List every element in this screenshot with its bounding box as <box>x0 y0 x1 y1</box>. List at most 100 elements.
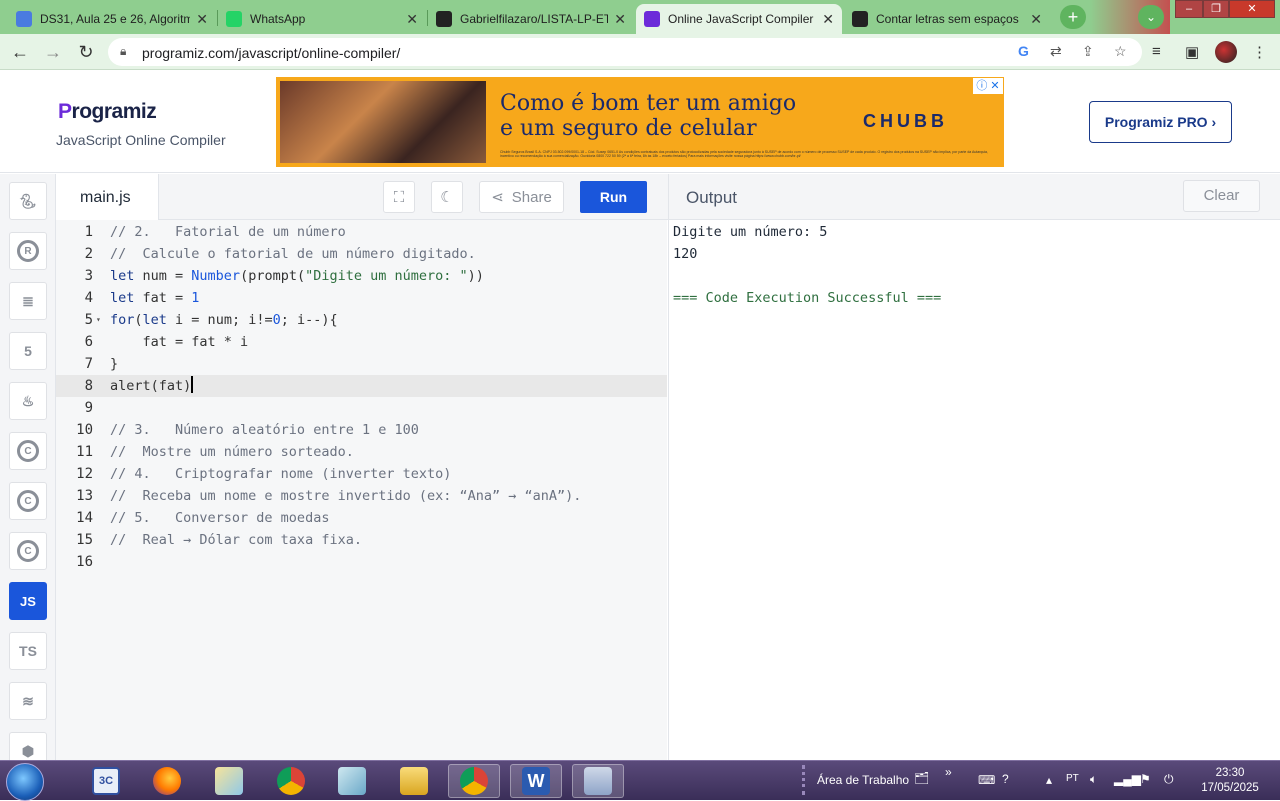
code-line[interactable]: 13 // Receba um nome e mostre invertido (… <box>56 485 667 507</box>
code-text: fat = fat * i <box>110 334 249 350</box>
taskbar-app-calc[interactable] <box>572 764 624 798</box>
close-window-button[interactable]: ✕ <box>1229 0 1275 18</box>
sidebar-item-cpp[interactable]: C <box>9 482 47 520</box>
help-icon[interactable]: ? <box>1002 772 1009 786</box>
file-tab-main-js[interactable]: main.js <box>56 174 159 221</box>
profile-avatar[interactable] <box>1215 41 1237 63</box>
taskbar-app-notepad[interactable] <box>326 764 378 798</box>
taskbar-app-chrome[interactable] <box>265 764 317 798</box>
browser-tab-4[interactable]: Online JavaScript Compiler ✕ <box>636 4 842 34</box>
clear-button[interactable]: Clear <box>1183 180 1260 212</box>
forward-icon[interactable]: → <box>41 40 65 64</box>
code-line[interactable]: 15 // Real → Dólar com taxa fixa. <box>56 529 667 551</box>
maximize-button[interactable]: ❐ <box>1203 0 1229 18</box>
network-icon[interactable]: ▂▄▆ <box>1114 772 1141 786</box>
code-line[interactable]: 12 // 4. Criptografar nome (inverter text… <box>56 463 667 485</box>
code-line[interactable]: 7} <box>56 353 667 375</box>
browser-tab-1[interactable]: DS31, Aula 25 e 26, Algoritm ✕ <box>8 4 216 34</box>
sidebar-item-python[interactable]: 🐍︎ <box>9 182 47 220</box>
browser-tab-2[interactable]: WhatsApp ✕ <box>218 4 426 34</box>
tab-close-icon[interactable]: ✕ <box>614 11 626 28</box>
minimize-button[interactable]: – <box>1175 0 1203 18</box>
menu-kebab-icon[interactable]: ⋮ <box>1252 43 1267 61</box>
reload-icon[interactable]: ↻ <box>74 40 98 64</box>
taskbar-app-images[interactable] <box>203 764 255 798</box>
new-tab-button[interactable]: + <box>1060 5 1086 29</box>
code-text: // 5. Conversor de moedas <box>110 510 330 526</box>
code-line[interactable]: 10 // 3. Número aleatório entre 1 e 100 <box>56 419 667 441</box>
language-indicator-icon[interactable]: PT <box>1066 773 1079 784</box>
ad-choices-icon[interactable]: ⓘ ✕ <box>973 78 1003 94</box>
browser-tab-5[interactable]: Contar letras sem espaços ✕ <box>844 4 1050 34</box>
tab-search-button[interactable]: ⌄ <box>1138 5 1164 29</box>
browser-tab-3[interactable]: Gabrielfilazaro/LISTA-LP-ET ✕ <box>428 4 634 34</box>
tab-close-icon[interactable]: ✕ <box>1030 11 1042 28</box>
power-icon[interactable]: ⏻ <box>1164 772 1174 787</box>
dark-mode-icon[interactable]: ☾ <box>431 181 463 213</box>
tab-close-icon[interactable]: ✕ <box>196 11 208 28</box>
code-text: } <box>110 356 119 372</box>
sidebar-item-html[interactable]: 5 <box>9 332 47 370</box>
programiz-logo[interactable]: Programiz <box>58 100 157 124</box>
sidebar-item-c[interactable]: C <box>9 432 47 470</box>
share-page-icon[interactable]: ⇪ <box>1082 43 1094 60</box>
code-line[interactable]: 16 <box>56 551 667 573</box>
show-hidden-icons[interactable]: ▴ <box>1046 773 1052 787</box>
fullscreen-icon[interactable]: ⛶ <box>383 181 415 213</box>
address-bar[interactable]: 🔒︎ programiz.com/javascript/online-compi… <box>108 38 1142 66</box>
sidebar-item-r[interactable]: R <box>9 232 47 270</box>
code-text: alert(fat) <box>110 376 194 394</box>
volume-icon[interactable]: 🔈︎ <box>1090 772 1097 787</box>
sidebar-item-csharp[interactable]: C <box>9 532 47 570</box>
fold-arrow-icon[interactable]: ▾ <box>96 309 101 331</box>
scala-icon: ≋ <box>22 692 34 709</box>
bookmark-star-icon[interactable]: ☆ <box>1114 43 1127 60</box>
sidebar-item-javascript[interactable]: JS <box>9 582 47 620</box>
tab-close-icon[interactable]: ✕ <box>406 11 418 28</box>
code-line[interactable]: 11 // Mostre um número sorteado. <box>56 441 667 463</box>
keyboard-icon[interactable]: ⌨ <box>978 773 995 787</box>
url-text[interactable]: programiz.com/javascript/online-compiler… <box>142 45 400 61</box>
taskbar-app-calculator-3c[interactable]: 3C <box>80 764 132 798</box>
desktop-toolbar-label[interactable]: Área de Trabalho <box>817 773 909 787</box>
taskbar-clock[interactable]: 23:30 17/05/2025 <box>1190 766 1270 796</box>
code-line[interactable]: 6 fat = fat * i <box>56 331 667 353</box>
taskbar-app-explorer[interactable] <box>388 764 440 798</box>
media-controls-icon[interactable]: ≡ <box>1152 43 1161 60</box>
side-panel-icon[interactable]: ▣ <box>1185 43 1199 61</box>
programiz-pro-button[interactable]: Programiz PRO › <box>1089 101 1232 143</box>
action-center-flag-icon[interactable]: ⚑ <box>1140 772 1151 786</box>
code-line[interactable]: 8 alert(fat) <box>56 375 667 397</box>
tab-close-icon[interactable]: ✕ <box>822 11 834 28</box>
code-line[interactable]: 14 // 5. Conversor de moedas <box>56 507 667 529</box>
taskbar-app-word[interactable]: W <box>510 764 562 798</box>
code-line[interactable]: 5 ▾ for(let i = num; i!=0; i--){ <box>56 309 667 331</box>
code-editor[interactable]: 1 // 2. Fatorial de um número 2 // Calcule … <box>56 220 667 760</box>
ad-fine-print: Chubb Seguros Brasil S.A. CNPJ 03.502.09… <box>500 150 988 158</box>
code-line[interactable]: 4 let fat = 1 <box>56 287 667 309</box>
code-text: // Receba um nome e mostre invertido (ex… <box>110 488 582 504</box>
advertisement-banner[interactable]: Como é bom ter um amigo e um seguro de ce… <box>276 77 1004 167</box>
code-line[interactable]: 3 let num = Number(prompt("Digite um núme… <box>56 265 667 287</box>
code-line[interactable]: 9 <box>56 397 667 419</box>
toolbar-overflow-icon[interactable]: » <box>945 765 952 779</box>
share-button[interactable]: ⋖ Share <box>479 181 564 213</box>
google-lens-icon[interactable]: G <box>1018 43 1029 59</box>
code-line[interactable]: 1 // 2. Fatorial de um número <box>56 221 667 243</box>
start-button[interactable] <box>6 763 44 801</box>
sidebar-item-scala[interactable]: ≋ <box>9 682 47 720</box>
run-button[interactable]: Run <box>580 181 647 213</box>
back-icon[interactable]: ← <box>8 40 32 64</box>
sidebar-item-typescript[interactable]: TS <box>9 632 47 670</box>
taskbar-app-chrome-active[interactable] <box>448 764 500 798</box>
code-line[interactable]: 2 // Calcule o fatorial de um número digi… <box>56 243 667 265</box>
typescript-icon: TS <box>19 643 37 659</box>
sidebar-item-sql[interactable]: ≣ <box>9 282 47 320</box>
browser-toolbar: ← → ↻ 🔒︎ programiz.com/javascript/online… <box>0 34 1280 70</box>
sidebar-item-java[interactable]: ♨ <box>9 382 47 420</box>
desktop-toolbar-icon[interactable]: 🗂 <box>914 771 929 785</box>
go-icon: ⬢ <box>21 742 35 759</box>
translate-icon[interactable]: ⇄ <box>1050 43 1062 60</box>
taskbar-app-firefox[interactable] <box>141 764 193 798</box>
line-number: 1 <box>84 224 93 240</box>
